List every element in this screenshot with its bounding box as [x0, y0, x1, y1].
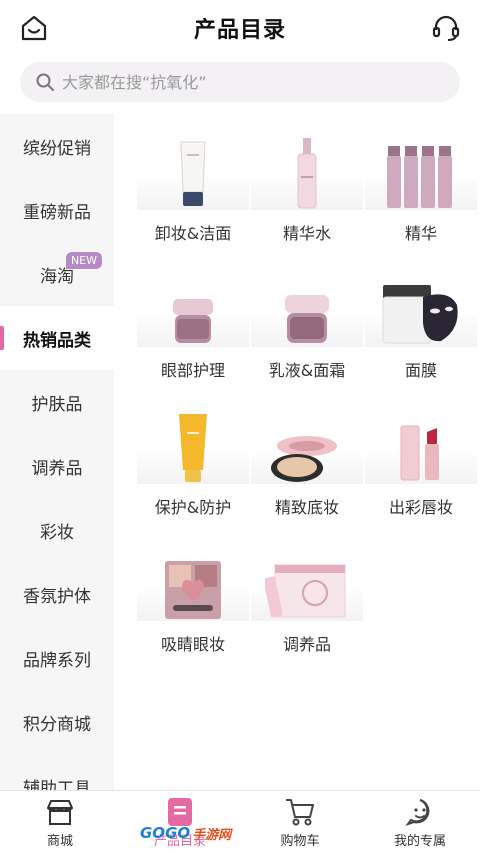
face-mask-image: [365, 269, 477, 347]
sidebar-item-overseas[interactable]: 海淘 NEW: [0, 242, 114, 306]
category-label: 乳液&面霜: [268, 361, 346, 380]
category-cleansing[interactable]: 卸妆&洁面: [136, 132, 250, 269]
category-serum[interactable]: 精华: [364, 132, 478, 269]
new-badge: NEW: [65, 252, 102, 269]
sidebar-item-label: 缤纷促销: [23, 138, 91, 159]
cleanser-tube-image: [137, 132, 249, 210]
home-button[interactable]: [16, 10, 52, 46]
sidebar-item-label: 彩妆: [40, 522, 74, 543]
category-label: 出彩唇妆: [388, 498, 453, 517]
category-label: 眼部护理: [160, 361, 225, 380]
category-supplements[interactable]: 调养品: [250, 543, 364, 680]
headset-icon: [432, 15, 460, 41]
category-grid: 卸妆&洁面 精华水 精华 眼部护理 乳液&面霜 面膜 保护&防护 精致底妆 出彩…: [136, 132, 477, 680]
cushion-compact-image: [251, 406, 363, 484]
cart-icon: [283, 796, 317, 828]
eye-cream-jar-image: [137, 269, 249, 347]
category-mask[interactable]: 面膜: [364, 269, 478, 406]
sidebar-item-label: 调养品: [31, 458, 83, 479]
sidebar-item-makeup[interactable]: 彩妆: [0, 498, 114, 562]
sidebar-item-fragrance-body[interactable]: 香氛护体: [0, 562, 114, 626]
sidebar-item-points-mall[interactable]: 积分商城: [0, 690, 114, 754]
bottom-navigation: 商城 产品目录 购物车 我的专属: [0, 790, 480, 853]
sidebar-item-label: 重磅新品: [23, 202, 91, 223]
category-lip-makeup[interactable]: 出彩唇妆: [364, 406, 478, 543]
nav-label: 我的专属: [393, 833, 446, 849]
search-input[interactable]: [62, 72, 442, 92]
profile-icon: [403, 796, 437, 828]
supplement-box-image: [251, 543, 363, 621]
nav-item-cart[interactable]: 购物车: [240, 791, 360, 853]
category-label: 面膜: [404, 361, 437, 380]
nav-item-profile[interactable]: 我的专属: [360, 791, 480, 853]
sidebar-item-supplements[interactable]: 调养品: [0, 434, 114, 498]
category-content: 卸妆&洁面 精华水 精华 眼部护理 乳液&面霜 面膜 保护&防护 精致底妆 出彩…: [114, 114, 480, 790]
header: 产品目录: [0, 0, 480, 56]
sidebar-item-label: 香氛护体: [23, 586, 91, 607]
sidebar-item-label: 热销品类: [23, 330, 91, 351]
sidebar-item-label: 积分商城: [23, 714, 91, 735]
category-label: 精致底妆: [274, 498, 339, 517]
customer-service-button[interactable]: [428, 10, 464, 46]
face-cream-jar-image: [251, 269, 363, 347]
nav-label: 商城: [46, 833, 73, 849]
sidebar-item-label: 护肤品: [31, 394, 83, 415]
watermark-brand: GOGO: [140, 824, 191, 842]
eyeshadow-palette-image: [137, 543, 249, 621]
sidebar-item-promotions[interactable]: 缤纷促销: [0, 114, 114, 178]
sidebar-item-tools[interactable]: 辅助工具: [0, 754, 114, 791]
nav-item-store[interactable]: 商城: [0, 791, 120, 853]
category-toner[interactable]: 精华水: [250, 132, 364, 269]
home-icon: [21, 15, 47, 41]
sidebar-item-skincare[interactable]: 护肤品: [0, 370, 114, 434]
category-base-makeup[interactable]: 精致底妆: [250, 406, 364, 543]
search-icon: [34, 71, 56, 93]
category-protection[interactable]: 保护&防护: [136, 406, 250, 543]
category-label: 调养品: [282, 635, 331, 654]
category-label: 精华: [404, 224, 437, 243]
page-title: 产品目录: [193, 18, 286, 43]
sidebar-item-brand-series[interactable]: 品牌系列: [0, 626, 114, 690]
category-eye-care[interactable]: 眼部护理: [136, 269, 250, 406]
category-label: 吸睛眼妆: [160, 635, 225, 654]
serum-bottles-image: [365, 132, 477, 210]
sidebar-item-label: 辅助工具: [23, 778, 91, 791]
category-lotion-cream[interactable]: 乳液&面霜: [250, 269, 364, 406]
sidebar-item-hot-categories[interactable]: 热销品类: [0, 306, 114, 370]
sidebar-item-label: 品牌系列: [23, 650, 91, 671]
store-icon: [43, 796, 77, 828]
search-bar[interactable]: [20, 62, 460, 102]
lipstick-image: [365, 406, 477, 484]
category-eye-makeup[interactable]: 吸睛眼妆: [136, 543, 250, 680]
toner-bottle-image: [251, 132, 363, 210]
category-label: 保护&防护: [154, 498, 232, 517]
sunscreen-tube-image: [137, 406, 249, 484]
category-label: 卸妆&洁面: [154, 224, 232, 243]
sidebar-item-new-arrivals[interactable]: 重磅新品: [0, 178, 114, 242]
category-sidebar: 缤纷促销 重磅新品 海淘 NEW 热销品类 护肤品 调养品 彩妆 香氛护体 品牌系…: [0, 114, 114, 790]
watermark-suffix: 手游网: [192, 827, 232, 843]
category-label: 精华水: [282, 224, 331, 243]
nav-label: 购物车: [280, 833, 320, 849]
site-watermark: GOGO 手游网: [140, 818, 231, 848]
